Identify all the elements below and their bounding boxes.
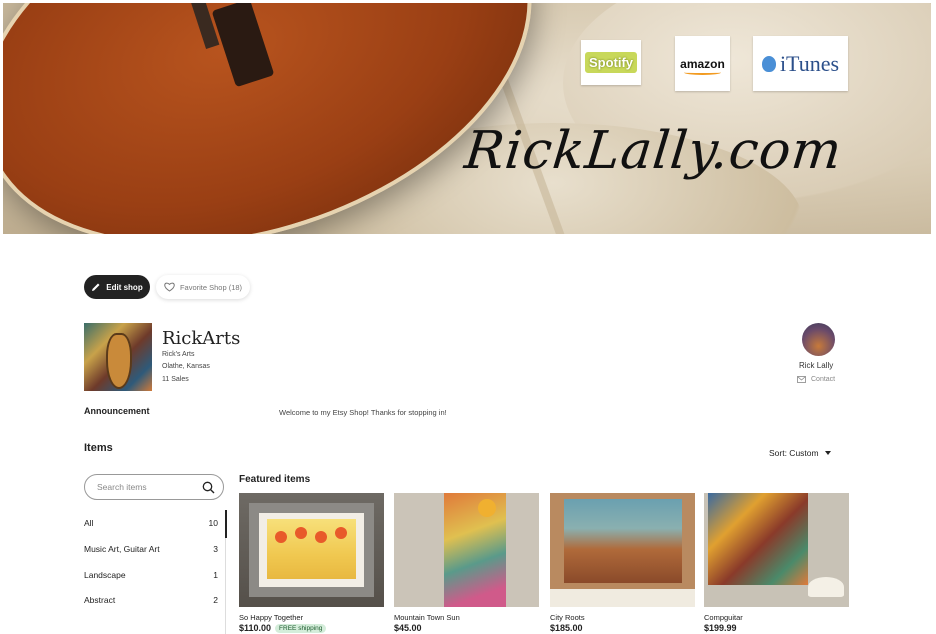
sort-label: Sort: Custom <box>769 448 819 458</box>
item-price-value: $110.00 <box>239 623 272 633</box>
mail-icon <box>797 376 806 383</box>
apple-icon <box>761 55 776 72</box>
item-price-value: $185.00 <box>550 623 583 633</box>
category-count: 3 <box>213 544 218 554</box>
amazon-logo: amazon <box>675 36 730 91</box>
item-title[interactable]: Compguitar <box>704 613 849 622</box>
category-count: 1 <box>213 570 218 580</box>
owner-avatar[interactable] <box>802 323 835 356</box>
shop-location: Olathe, Kansas <box>162 363 210 370</box>
item-price: $110.00 FREE shipping <box>239 623 384 633</box>
favorite-shop-button[interactable]: Favorite Shop (18) <box>156 275 250 299</box>
shop-banner: Spotify amazon iTunes RickLally.com <box>3 3 931 234</box>
free-shipping-badge: FREE shipping <box>275 623 327 633</box>
item-image[interactable] <box>239 493 384 607</box>
category-label: Abstract <box>84 595 116 605</box>
caret-down-icon <box>824 451 831 455</box>
itunes-logo: iTunes <box>753 36 848 91</box>
item-price-value: $45.00 <box>394 623 422 633</box>
heart-icon <box>164 282 175 292</box>
category-count: 2 <box>213 595 218 605</box>
category-item-abstract[interactable]: Abstract 2 <box>84 595 218 605</box>
featured-item-card[interactable]: Compguitar $199.99 <box>704 493 849 633</box>
search-items-field[interactable] <box>84 474 224 500</box>
guitar-art <box>106 333 132 389</box>
item-price: $199.99 <box>704 623 849 633</box>
search-icon[interactable] <box>202 481 215 494</box>
shop-icon-image <box>84 323 152 391</box>
item-image[interactable] <box>394 493 539 607</box>
featured-item-card[interactable]: Mountain Town Sun $45.00 <box>394 493 539 633</box>
owner-name[interactable]: Rick Lally <box>799 361 833 370</box>
featured-heading: Featured items <box>239 474 311 485</box>
item-price: $185.00 <box>550 623 695 633</box>
spotify-logo: Spotify <box>581 40 641 85</box>
pencil-icon <box>92 283 100 291</box>
category-label: Landscape <box>84 570 126 580</box>
item-price-value: $199.99 <box>704 623 737 633</box>
announcement-label: Announcement <box>84 406 150 416</box>
item-price: $45.00 <box>394 623 539 633</box>
edit-shop-button[interactable]: Edit shop <box>84 275 150 299</box>
category-label: Music Art, Guitar Art <box>84 544 160 554</box>
category-label: All <box>84 518 94 528</box>
shop-name: RickArts <box>162 328 241 349</box>
featured-item-card[interactable]: City Roots $185.00 <box>550 493 695 633</box>
item-image[interactable] <box>550 493 695 607</box>
sort-dropdown[interactable]: Sort: Custom <box>769 448 831 458</box>
category-item-all[interactable]: All 10 <box>84 518 218 528</box>
item-image[interactable] <box>704 493 849 607</box>
category-divider <box>225 538 226 634</box>
item-title[interactable]: City Roots <box>550 613 695 622</box>
items-heading: Items <box>84 442 113 454</box>
banner-title: RickLally.com <box>461 121 846 181</box>
category-item-music-art[interactable]: Music Art, Guitar Art 3 <box>84 544 218 554</box>
favorite-shop-label: Favorite Shop (18) <box>179 282 243 292</box>
selected-category-indicator <box>225 510 227 538</box>
category-item-landscape[interactable]: Landscape 1 <box>84 570 218 580</box>
item-title[interactable]: Mountain Town Sun <box>394 613 539 622</box>
contact-link[interactable]: Contact <box>797 376 835 383</box>
search-input[interactable] <box>95 481 199 493</box>
announcement-text: Welcome to my Etsy Shop! Thanks for stop… <box>279 408 447 417</box>
contact-label: Contact <box>811 376 836 383</box>
item-title[interactable]: So Happy Together <box>239 613 384 622</box>
featured-item-card[interactable]: So Happy Together $110.00 FREE shipping <box>239 493 384 633</box>
shop-sales[interactable]: 11 Sales <box>162 376 189 383</box>
edit-shop-label: Edit shop <box>106 282 143 292</box>
category-count: 10 <box>208 518 218 528</box>
shop-tagline: Rick's Arts <box>162 351 195 358</box>
